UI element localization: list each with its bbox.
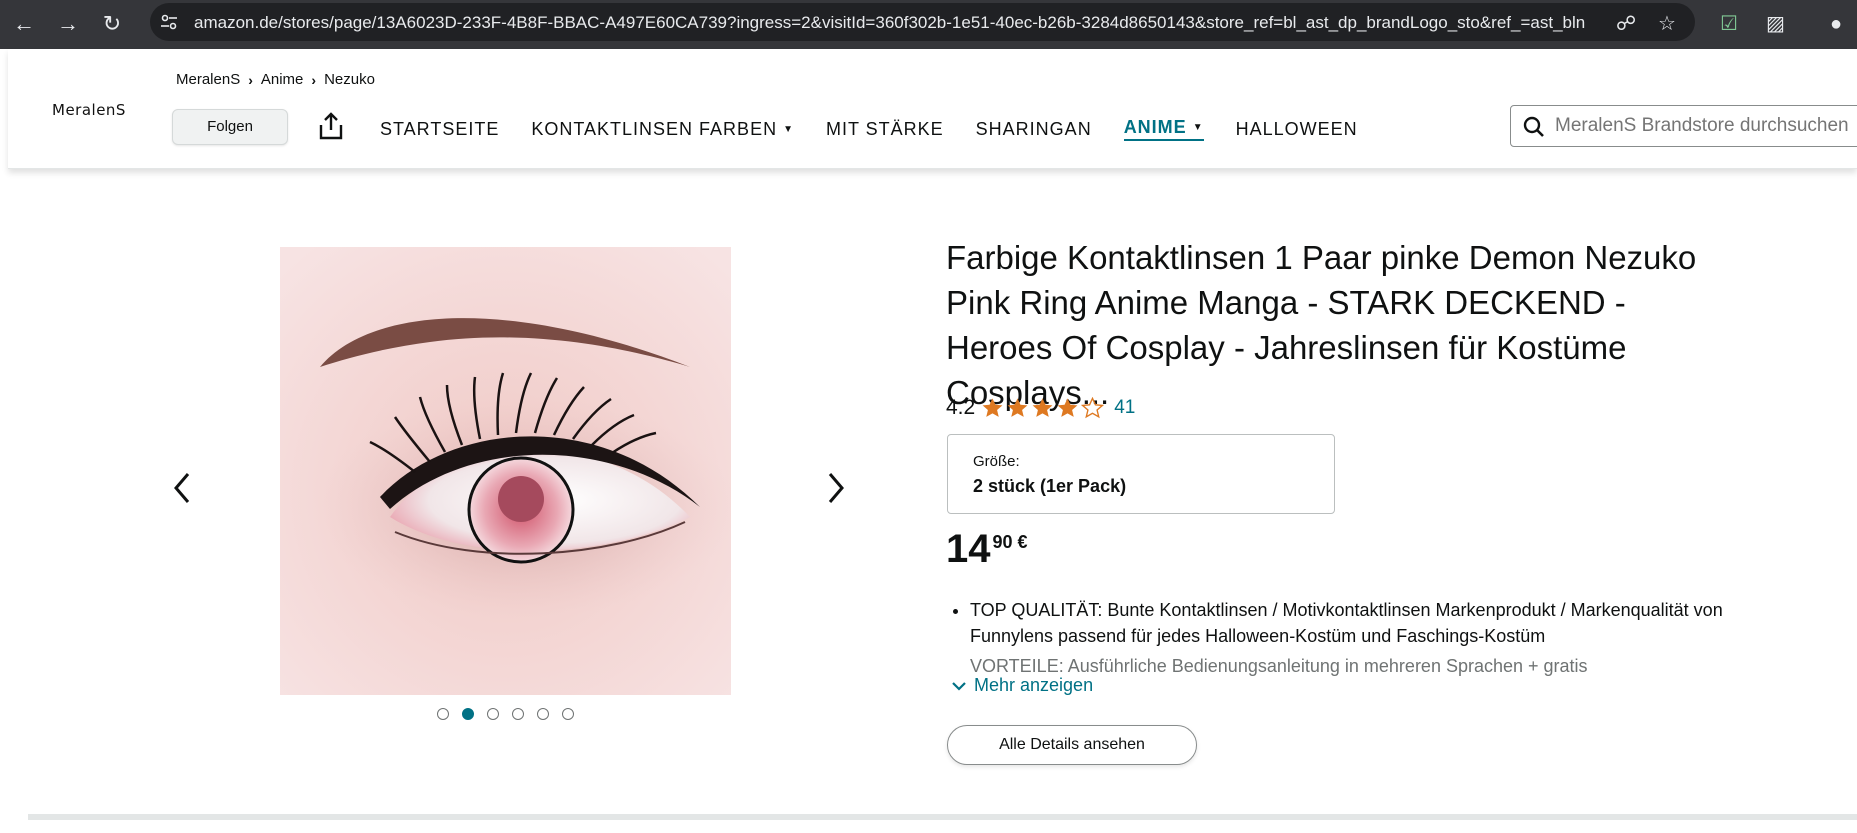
breadcrumb-item[interactable]: Anime (261, 71, 304, 88)
nav-item-mit-staerke[interactable]: MIT STÄRKE (826, 117, 944, 141)
star-full-icon (1007, 398, 1028, 417)
size-label: Größe: (973, 453, 1020, 470)
star-full-icon (982, 398, 1003, 417)
forward-icon[interactable]: → (52, 8, 84, 40)
carousel-next-icon[interactable] (820, 468, 850, 508)
show-more-label: Mehr anzeigen (974, 675, 1094, 695)
product-rating[interactable]: 4.2 41 (946, 396, 1135, 420)
search-icon[interactable] (1523, 116, 1545, 138)
breadcrumb-item[interactable]: MeralenS (176, 71, 240, 88)
brand-store-header: MeralenS MeralenS › Anime › Nezuko Folge… (8, 49, 1857, 169)
carousel-dot[interactable] (512, 708, 524, 720)
star-full-icon (1032, 398, 1053, 417)
carousel-prev-icon[interactable] (168, 468, 198, 508)
back-icon[interactable]: ← (8, 8, 40, 40)
translate-icon[interactable]: ☍ (1616, 9, 1636, 39)
nav-item-halloween[interactable]: HALLOWEEN (1236, 117, 1358, 141)
reload-icon[interactable]: ↻ (96, 8, 128, 40)
nav-label: HALLOWEEN (1235, 118, 1358, 139)
feature-bullet: VORTEILE: Ausführliche Bedienungsanleitu… (970, 653, 1738, 677)
price-fraction: 90 € (992, 532, 1028, 552)
share-icon[interactable] (317, 111, 345, 141)
size-value: 2 stück (1er Pack) (973, 476, 1127, 496)
url-host: amazon.de (194, 13, 279, 32)
carousel-dots (437, 708, 574, 720)
site-settings-icon[interactable] (160, 13, 178, 31)
carousel-dot[interactable] (537, 708, 549, 720)
nav-item-sharingan[interactable]: SHARINGAN (976, 117, 1092, 141)
nav-label: KONTAKTLINSEN FARBEN (531, 118, 778, 139)
profile-icon[interactable]: ● (1830, 9, 1842, 39)
price-whole: 14 (946, 527, 991, 571)
extensions-icon[interactable]: ▨ (1766, 9, 1785, 39)
product-image[interactable] (280, 247, 731, 695)
nav-label: SHARINGAN (975, 118, 1092, 139)
rating-stars[interactable] (981, 397, 1105, 419)
store-nav: STARTSEITE KONTAKTLINSEN FARBEN ▼ MIT STÄ… (380, 117, 1390, 141)
caret-down-icon: ▼ (783, 123, 794, 135)
follow-button[interactable]: Folgen (172, 109, 288, 145)
url-path: /stores/page/13A6023D-233F-4B8F-BBAC-A49… (278, 13, 1586, 32)
chevron-down-icon (952, 681, 966, 691)
star-full-icon (1057, 398, 1078, 417)
feature-bullet: TOP QUALITÄT: Bunte Kontaktlinsen / Moti… (970, 597, 1738, 649)
feature-bullets: TOP QUALITÄT: Bunte Kontaktlinsen / Moti… (966, 597, 1738, 681)
breadcrumb-item[interactable]: Nezuko (324, 71, 375, 88)
nav-label: ANIME (1123, 117, 1187, 137)
caret-down-icon: ▼ (1192, 122, 1204, 133)
address-bar[interactable]: amazon.de/stores/page/13A6023D-233F-4B8F… (150, 3, 1695, 41)
brand-logo[interactable]: MeralenS (52, 101, 126, 119)
product-price: 14 90 € (946, 526, 1028, 572)
star-empty-icon (1081, 397, 1105, 419)
extension-check-icon[interactable]: ☑ (1720, 9, 1738, 39)
show-more-link[interactable]: Mehr anzeigen (952, 675, 1093, 696)
breadcrumb: MeralenS › Anime › Nezuko (176, 71, 375, 88)
nav-label: MIT STÄRKE (825, 118, 944, 139)
nav-item-startseite[interactable]: STARTSEITE (380, 117, 499, 141)
store-search[interactable] (1510, 105, 1857, 147)
bookmark-star-icon[interactable]: ☆ (1658, 9, 1676, 39)
url-text: amazon.de/stores/page/13A6023D-233F-4B8F… (194, 13, 1754, 33)
size-selector[interactable]: Größe: 2 stück (1er Pack) (947, 434, 1335, 514)
all-details-button[interactable]: Alle Details ansehen (947, 725, 1197, 765)
store-search-input[interactable] (1555, 112, 1857, 140)
carousel-dot-active[interactable] (462, 708, 474, 720)
carousel-dot[interactable] (562, 708, 574, 720)
eye-photo (280, 247, 731, 695)
browser-toolbar: ← → ↻ amazon.de/stores/page/13A6023D-233… (0, 0, 1857, 49)
rating-value: 4.2 (946, 396, 976, 419)
nav-item-kontaktlinsen-farben[interactable]: KONTAKTLINSEN FARBEN ▼ (531, 117, 794, 141)
section-divider (28, 814, 1857, 820)
carousel-dot[interactable] (487, 708, 499, 720)
review-count-link[interactable]: 41 (1114, 397, 1135, 419)
chevron-right-icon: › (311, 71, 317, 88)
product-title[interactable]: Farbige Kontaktlinsen 1 Paar pinke Demon… (946, 235, 1726, 415)
nav-label: STARTSEITE (380, 118, 500, 139)
carousel-dot[interactable] (437, 708, 449, 720)
chevron-right-icon: › (248, 71, 253, 88)
nav-item-anime[interactable]: ANIME ▼ (1123, 117, 1204, 141)
